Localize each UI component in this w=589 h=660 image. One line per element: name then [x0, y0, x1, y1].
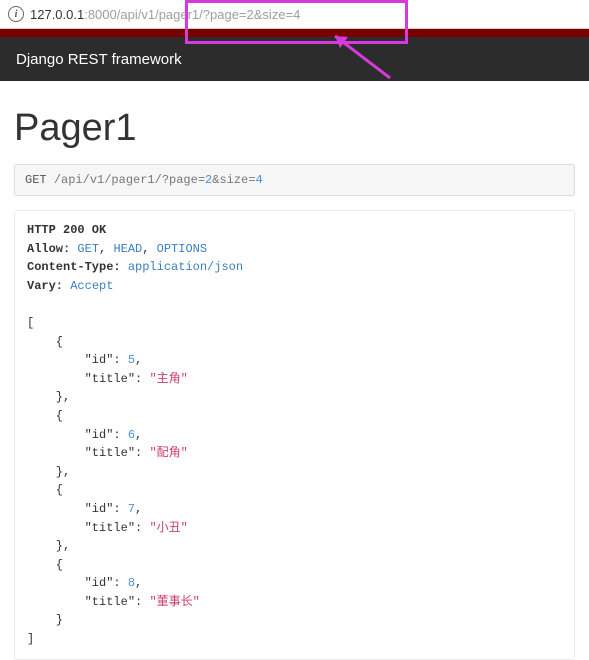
json-body: [ { "id": 5, "title": "主角" }, { "id": 6,…: [27, 295, 562, 648]
drf-header: Django REST framework: [0, 37, 589, 81]
ctype-header: Content-Type: application/json: [27, 258, 562, 277]
content-area: Pager1 GET /api/v1/pager1/?page=2&size=4…: [0, 81, 589, 660]
url-path-hl: pager1/?page=: [159, 7, 247, 22]
request-method: GET: [25, 173, 47, 187]
url-path-prefix: /api/v1/: [117, 7, 159, 22]
request-path: /api/v1/pager1/?page=2&size=4: [54, 173, 263, 187]
vary-header: Vary: Accept: [27, 277, 562, 296]
allow-header: Allow: GET, HEAD, OPTIONS: [27, 240, 562, 259]
browser-address-bar[interactable]: i 127.0.0.1:8000/api/v1/pager1/?page=2&s…: [0, 0, 589, 29]
url-text: 127.0.0.1:8000/api/v1/pager1/?page=2&siz…: [30, 7, 300, 22]
request-box: GET /api/v1/pager1/?page=2&size=4: [14, 164, 575, 196]
url-host: 127.0.0.1: [30, 7, 84, 22]
url-page-num: 2: [247, 7, 254, 22]
status-line: HTTP 200 OK: [27, 221, 562, 240]
brand-link[interactable]: Django REST framework: [16, 51, 182, 68]
info-icon: i: [8, 6, 24, 22]
url-size-num: 4: [293, 7, 300, 22]
response-box: HTTP 200 OK Allow: GET, HEAD, OPTIONS Co…: [14, 210, 575, 660]
arrow-annotation-icon: [320, 28, 400, 83]
chrome-border: [0, 29, 589, 37]
url-port: :8000: [84, 7, 117, 22]
url-mid: &size=: [254, 7, 293, 22]
page-title: Pager1: [14, 107, 575, 150]
